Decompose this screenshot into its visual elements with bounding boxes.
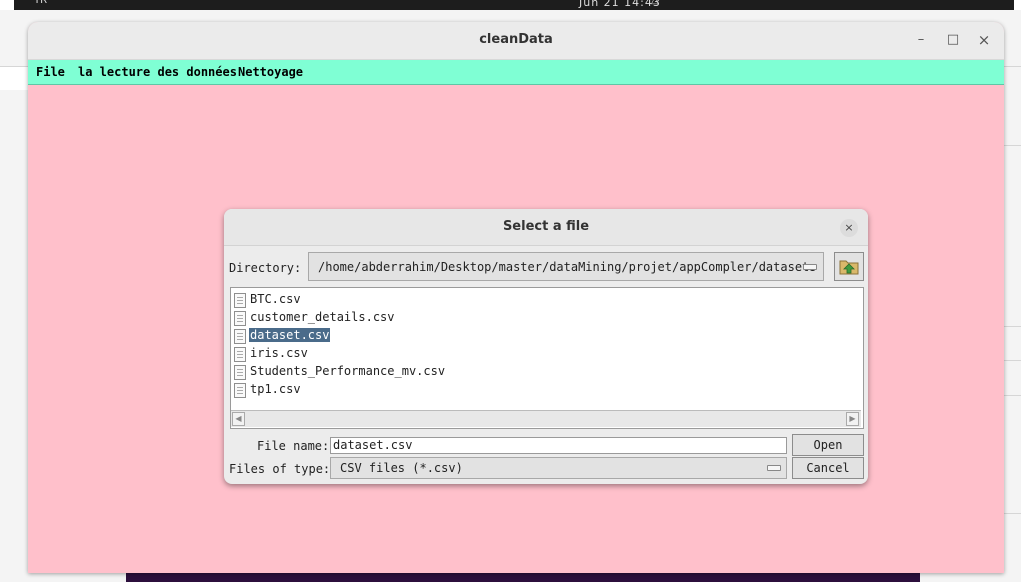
background-divider [1004,145,1021,146]
background-divider [1004,395,1021,396]
file-name: tp1.csv [250,382,301,396]
close-button[interactable]: × [975,31,993,49]
system-clock[interactable]: Jun 21 14:43 [579,0,661,9]
file-icon [234,347,246,362]
background-divider [1004,66,1021,67]
background-divider [1004,513,1021,514]
directory-label: Directory: [229,261,302,275]
folder-up-icon [839,260,859,275]
file-icon [234,311,246,326]
files-of-type-value: CSV files (*.csv) [340,461,463,475]
file-chooser-dialog: Select a file × Directory: /home/abderra… [224,209,868,484]
horizontal-scrollbar[interactable]: ◀ ▶ [231,410,861,427]
file-name: dataset.csv [249,328,331,342]
scroll-left-icon[interactable]: ◀ [232,412,245,426]
dialog-title: Select a file [502,219,590,234]
dialog-close-button[interactable]: × [840,219,858,237]
menu-bar: File la lecture des données Nettoyage [28,60,1004,85]
file-name: customer_details.csv [250,310,395,324]
file-icon [234,293,246,308]
files-of-type-combo[interactable]: CSV files (*.csv) [330,457,787,479]
open-button[interactable]: Open [792,434,864,456]
file-name: iris.csv [250,346,308,360]
dialog-titlebar[interactable]: Select a file × [224,209,868,246]
file-icon [234,383,246,398]
file-icon [234,365,246,380]
background-window-edge [0,66,28,90]
cancel-button[interactable]: Cancel [792,457,864,479]
file-icon [234,329,246,344]
background-divider [0,66,28,67]
combo-dropdown-icon [767,465,781,471]
file-name-value: dataset.csv [333,438,413,452]
combo-dropdown-icon [803,264,817,270]
file-name: BTC.csv [250,292,301,306]
menu-data-reading[interactable]: la lecture des données [78,65,237,79]
directory-combo[interactable]: /home/abderrahim/Desktop/master/dataMini… [308,252,824,281]
file-name-label: File name: [257,439,330,453]
file-list[interactable]: BTC.csv customer_details.csv dataset.csv… [230,287,864,429]
directory-path: /home/abderrahim/Desktop/master/dataMini… [318,260,817,274]
menu-file[interactable]: File [36,65,65,79]
up-folder-button[interactable] [834,252,864,281]
file-name-field[interactable]: dataset.csv [330,437,787,454]
background-divider [1004,326,1021,327]
top-bar-strip [14,0,1014,10]
system-top-bar: TR Jun 21 14:43 △ [0,0,1021,10]
files-of-type-label: Files of type: [229,462,331,476]
scroll-right-icon[interactable]: ▶ [846,412,859,426]
background-divider [1004,360,1021,361]
keyboard-indicator[interactable]: TR [34,0,47,6]
file-name: Students_Performance_mv.csv [250,364,446,378]
bell-icon: △ [651,0,659,6]
window-title: cleanData [479,32,553,47]
minimize-button[interactable]: – [912,31,930,49]
window-titlebar[interactable]: cleanData – □ × [28,22,1004,60]
maximize-button[interactable]: □ [944,31,962,49]
menu-cleaning[interactable]: Nettoyage [238,65,303,79]
